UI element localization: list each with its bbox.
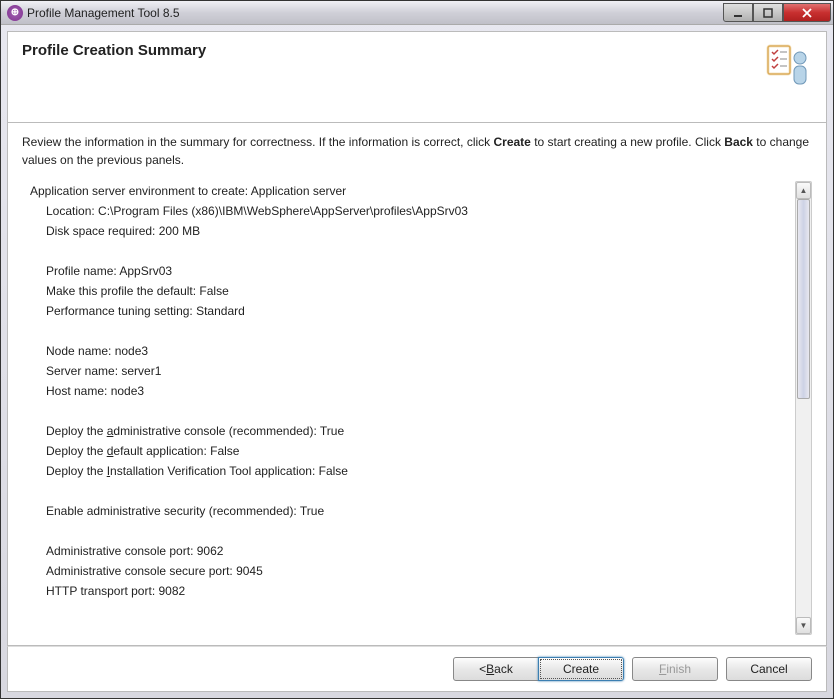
minimize-button[interactable] bbox=[723, 3, 753, 22]
finish-button: Finish bbox=[632, 657, 718, 681]
summary-profile-name: Profile name: AppSrv03 bbox=[46, 261, 789, 281]
cancel-button[interactable]: Cancel bbox=[726, 657, 812, 681]
close-icon bbox=[801, 8, 813, 18]
summary-host: Host name: node3 bbox=[46, 381, 789, 401]
window-title: Profile Management Tool 8.5 bbox=[27, 6, 723, 20]
scrollbar[interactable]: ▲ ▼ bbox=[795, 181, 812, 635]
maximize-button[interactable] bbox=[753, 3, 783, 22]
summary-server: Server name: server1 bbox=[46, 361, 789, 381]
summary-text: Application server environment to create… bbox=[22, 181, 795, 635]
summary-perf: Performance tuning setting: Standard bbox=[46, 301, 789, 321]
app-window: ⊕ Profile Management Tool 8.5 Profile Cr… bbox=[0, 0, 834, 699]
titlebar[interactable]: ⊕ Profile Management Tool 8.5 bbox=[1, 1, 833, 25]
back-button[interactable]: < Back bbox=[453, 657, 539, 681]
header-panel: Profile Creation Summary bbox=[7, 31, 827, 123]
summary-location: Location: C:\Program Files (x86)\IBM\Web… bbox=[46, 201, 789, 221]
page-title: Profile Creation Summary bbox=[22, 42, 206, 59]
maximize-icon bbox=[763, 8, 773, 18]
summary-disk: Disk space required: 200 MB bbox=[46, 221, 789, 241]
intro-seg2: to start creating a new profile. Click bbox=[531, 135, 724, 149]
summary-port-console-secure: Administrative console secure port: 9045 bbox=[46, 561, 789, 581]
intro-text: Review the information in the summary fo… bbox=[22, 133, 812, 169]
summary-security: Enable administrative security (recommen… bbox=[46, 501, 789, 521]
scroll-up-button[interactable]: ▲ bbox=[796, 182, 811, 199]
close-button[interactable] bbox=[783, 3, 831, 22]
app-icon: ⊕ bbox=[7, 5, 23, 21]
summary-container: Application server environment to create… bbox=[22, 181, 812, 635]
summary-env: Application server environment to create… bbox=[30, 181, 789, 201]
intro-seg1: Review the information in the summary fo… bbox=[22, 135, 494, 149]
intro-create-ref: Create bbox=[494, 135, 531, 149]
button-bar: < Back Create Finish Cancel bbox=[7, 646, 827, 692]
summary-port-http: HTTP transport port: 9082 bbox=[46, 581, 789, 601]
summary-deploy-ivt: Deploy the Installation Verification Too… bbox=[46, 461, 789, 481]
summary-node: Node name: node3 bbox=[46, 341, 789, 361]
summary-deploy-console: Deploy the administrative console (recom… bbox=[46, 421, 789, 441]
scroll-thumb[interactable] bbox=[797, 199, 810, 399]
intro-back-ref: Back bbox=[724, 135, 753, 149]
summary-make-default: Make this profile the default: False bbox=[46, 281, 789, 301]
window-controls bbox=[723, 3, 831, 22]
summary-deploy-default: Deploy the default application: False bbox=[46, 441, 789, 461]
summary-port-console: Administrative console port: 9062 bbox=[46, 541, 789, 561]
scroll-down-button[interactable]: ▼ bbox=[796, 617, 811, 634]
minimize-icon bbox=[733, 8, 743, 18]
back-create-group: < Back Create bbox=[453, 657, 624, 681]
content-panel: Review the information in the summary fo… bbox=[7, 123, 827, 646]
create-button[interactable]: Create bbox=[538, 657, 624, 681]
wizard-icon bbox=[764, 42, 812, 90]
